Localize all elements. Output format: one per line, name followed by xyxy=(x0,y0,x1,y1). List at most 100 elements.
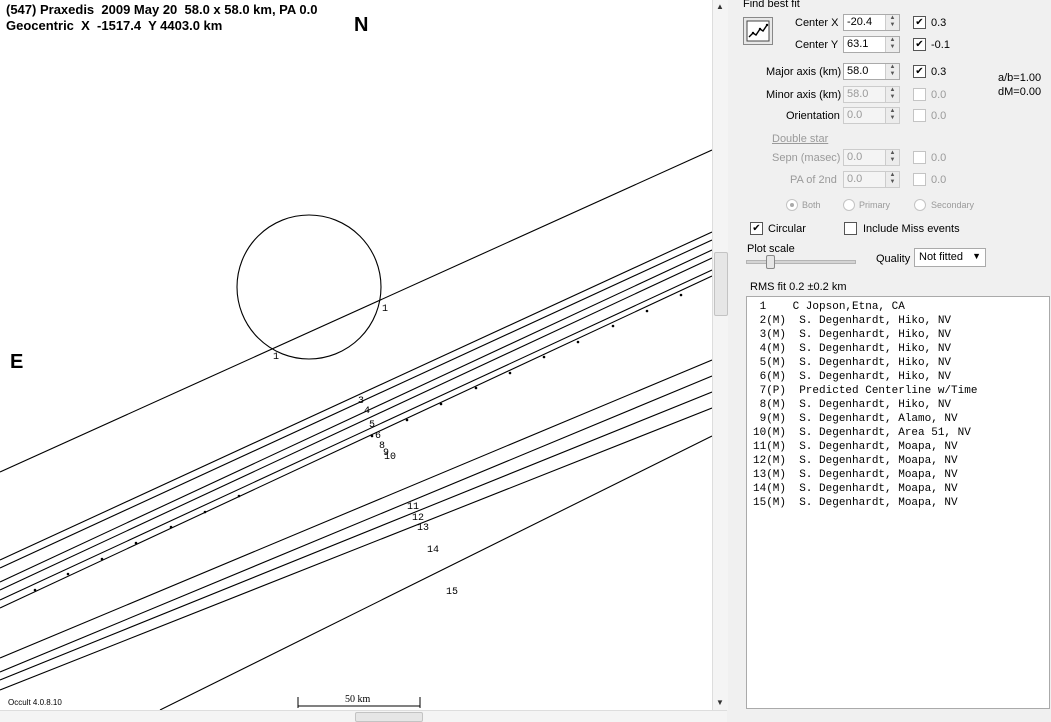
spin-down-icon[interactable]: ▼ xyxy=(886,157,899,164)
spin-up-icon[interactable]: ▲ xyxy=(886,172,899,179)
orientation-input[interactable]: 0.0 ▲ ▼ xyxy=(843,107,900,124)
spin-up-icon[interactable]: ▲ xyxy=(886,37,899,44)
plot-scale-slider[interactable] xyxy=(746,255,856,272)
track-point xyxy=(474,386,478,390)
track-point xyxy=(33,588,37,592)
spin-up-icon[interactable]: ▲ xyxy=(886,15,899,22)
occultation-plot[interactable]: 1 1 3 4 5 6 8 9 10 11 12 13 14 15 (547) Praxedis 2009… xyxy=(0,0,712,710)
track-point xyxy=(645,309,649,313)
quality-label: Quality xyxy=(876,253,911,265)
spin-down-icon[interactable]: ▼ xyxy=(886,115,899,122)
major-axis-input[interactable]: 58.0 ▲ ▼ xyxy=(843,63,900,80)
spin-up-icon[interactable]: ▲ xyxy=(886,108,899,115)
asteroid-outline xyxy=(236,214,382,360)
sepn-step: 0.0 xyxy=(931,152,947,164)
major-axis-value: 58.0 xyxy=(847,65,869,77)
list-item[interactable]: 12(M) S. Degenhardt, Moapa, NV xyxy=(753,455,958,467)
include-miss-checkbox[interactable] xyxy=(844,222,857,235)
list-item[interactable]: 8(M) S. Degenhardt, Hiko, NV xyxy=(753,399,951,411)
list-item[interactable]: 9(M) S. Degenhardt, Alamo, NV xyxy=(753,413,958,425)
chord-label: 10 xyxy=(384,452,396,463)
track-point xyxy=(370,434,374,438)
list-item[interactable]: 1 C Jopson,Etna, CA xyxy=(753,301,905,313)
track-point xyxy=(611,324,615,328)
find-best-fit-button[interactable] xyxy=(743,17,773,45)
major-axis-checkbox[interactable]: ✔ xyxy=(913,65,926,78)
plot-horizontal-scrollbar[interactable] xyxy=(0,710,727,722)
major-axis-spinner[interactable]: ▲ ▼ xyxy=(885,64,899,79)
minor-axis-checkbox[interactable] xyxy=(913,88,926,101)
spin-down-icon[interactable]: ▼ xyxy=(886,44,899,51)
orientation-spinner[interactable]: ▲ ▼ xyxy=(885,108,899,123)
list-item[interactable]: 6(M) S. Degenhardt, Hiko, NV xyxy=(753,371,951,383)
observer-list[interactable]: 1 C Jopson,Etna, CA 2(M) S. Degenhardt, … xyxy=(746,296,1050,709)
quality-select[interactable]: Not fitted ▼ xyxy=(914,248,986,267)
spin-down-icon[interactable]: ▼ xyxy=(886,94,899,101)
double-star-link[interactable]: Double star xyxy=(772,133,828,145)
center-x-input[interactable]: -20.4 ▲ ▼ xyxy=(843,14,900,31)
center-x-checkbox[interactable]: ✔ xyxy=(913,16,926,29)
slider-knob[interactable] xyxy=(766,255,775,269)
version-text: Occult 4.0.8.10 xyxy=(8,698,62,707)
plot-title: (547) Praxedis 2009 May 20 58.0 x 58.0 k… xyxy=(6,2,318,17)
minor-axis-input[interactable]: 58.0 ▲ ▼ xyxy=(843,86,900,103)
pa-2nd-input[interactable]: 0.0 ▲ ▼ xyxy=(843,171,900,188)
dm-value: dM=0.00 xyxy=(998,86,1042,98)
minor-axis-value: 58.0 xyxy=(847,88,869,100)
pa-2nd-checkbox[interactable] xyxy=(913,173,926,186)
list-item[interactable]: 3(M) S. Degenhardt, Hiko, NV xyxy=(753,329,951,341)
list-item[interactable]: 11(M) S. Degenhardt, Moapa, NV xyxy=(753,441,958,453)
geocentric-coords: Geocentric X -1517.4 Y 4403.0 km xyxy=(6,18,223,33)
spin-down-icon[interactable]: ▼ xyxy=(886,22,899,29)
chord-label: 11 xyxy=(407,502,419,513)
center-y-step: -0.1 xyxy=(931,39,950,51)
chord-label: 1 xyxy=(273,352,279,363)
track-point xyxy=(576,340,580,344)
scroll-down-icon[interactable]: ▼ xyxy=(716,698,724,707)
sepn-checkbox[interactable] xyxy=(913,151,926,164)
track-point xyxy=(66,572,70,576)
radio-both[interactable] xyxy=(786,199,798,211)
minor-axis-spinner[interactable]: ▲ ▼ xyxy=(885,87,899,102)
spin-up-icon[interactable]: ▲ xyxy=(886,150,899,157)
track-point xyxy=(405,418,409,422)
center-y-checkbox[interactable]: ✔ xyxy=(913,38,926,51)
center-x-spinner[interactable]: ▲ ▼ xyxy=(885,15,899,30)
pa-2nd-step: 0.0 xyxy=(931,174,947,186)
center-y-spinner[interactable]: ▲ ▼ xyxy=(885,37,899,52)
track-point xyxy=(237,494,241,498)
scroll-up-icon[interactable]: ▲ xyxy=(716,2,724,11)
pa-2nd-spinner[interactable]: ▲ ▼ xyxy=(885,172,899,187)
list-item[interactable]: 7(P) Predicted Centerline w/Time xyxy=(753,385,978,397)
spin-down-icon[interactable]: ▼ xyxy=(886,71,899,78)
list-item[interactable]: 5(M) S. Degenhardt, Hiko, NV xyxy=(753,357,951,369)
plot-vertical-scrollbar[interactable]: ▲ ▼ xyxy=(712,0,728,710)
sepn-spinner[interactable]: ▲ ▼ xyxy=(885,150,899,165)
radio-secondary[interactable] xyxy=(914,199,926,211)
orientation-checkbox[interactable] xyxy=(913,109,926,122)
chord-line xyxy=(0,375,712,673)
chord-label: 5 xyxy=(369,420,375,431)
spin-down-icon[interactable]: ▼ xyxy=(886,179,899,186)
vertical-scroll-thumb[interactable] xyxy=(714,252,728,316)
list-item[interactable]: 2(M) S. Degenhardt, Hiko, NV xyxy=(753,315,951,327)
spin-up-icon[interactable]: ▲ xyxy=(886,64,899,71)
sepn-input[interactable]: 0.0 ▲ ▼ xyxy=(843,149,900,166)
chord-line xyxy=(0,231,712,561)
find-best-fit-label: Find best fit xyxy=(743,0,800,10)
slider-track xyxy=(746,260,856,264)
spin-up-icon[interactable]: ▲ xyxy=(886,87,899,94)
circular-checkbox[interactable]: ✔ xyxy=(750,222,763,235)
center-x-label: Center X xyxy=(795,17,839,29)
list-item[interactable]: 13(M) S. Degenhardt, Moapa, NV xyxy=(753,469,958,481)
center-y-input[interactable]: 63.1 ▲ ▼ xyxy=(843,36,900,53)
radio-primary[interactable] xyxy=(843,199,855,211)
pa-2nd-value: 0.0 xyxy=(847,173,863,185)
chevron-down-icon[interactable]: ▼ xyxy=(972,251,981,261)
list-item[interactable]: 10(M) S. Degenhardt, Area 51, NV xyxy=(753,427,971,439)
list-item[interactable]: 14(M) S. Degenhardt, Moapa, NV xyxy=(753,483,958,495)
list-item[interactable]: 4(M) S. Degenhardt, Hiko, NV xyxy=(753,343,951,355)
list-item[interactable]: 15(M) S. Degenhardt, Moapa, NV xyxy=(753,497,958,509)
minor-axis-label: Minor axis (km) xyxy=(766,89,842,101)
chord-line xyxy=(0,275,712,609)
